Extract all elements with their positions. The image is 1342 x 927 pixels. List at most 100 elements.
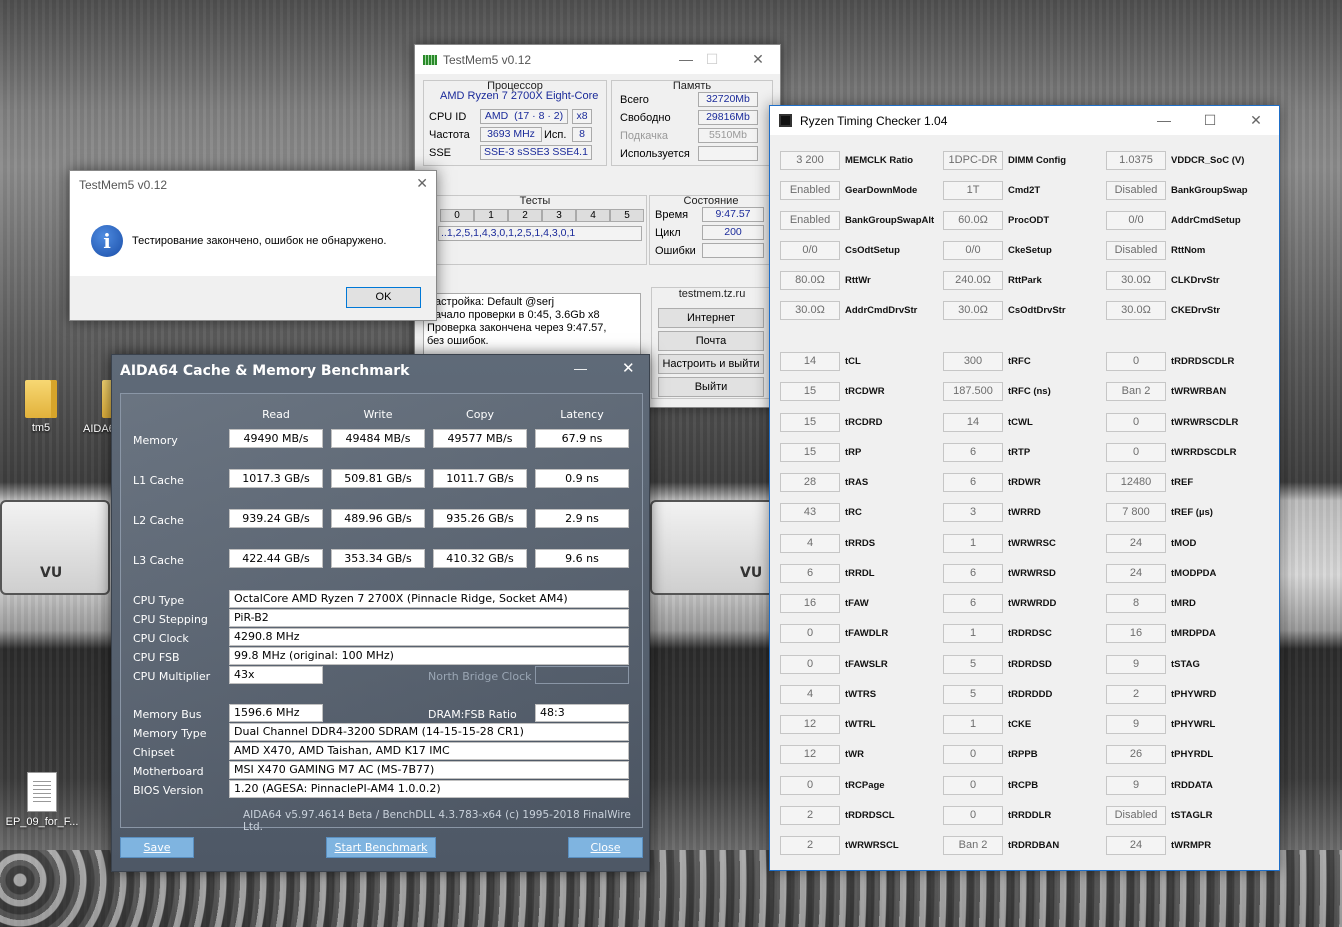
- cpu-id-value: AMD (17 · 8 · 2): [480, 109, 568, 124]
- rtc-value-twrwrban: Ban 2: [1106, 382, 1166, 402]
- mail-button[interactable]: Почта: [658, 331, 764, 351]
- rtc-label-tref-s: tREF (µs): [1171, 507, 1213, 519]
- rtc-value-trddata: 9: [1106, 775, 1166, 795]
- testmem-titlebar[interactable]: TestMem5 v0.12 — ☐ ✕: [415, 45, 780, 74]
- aida-window: AIDA64 Cache & Memory Benchmark — ✕ Read…: [111, 354, 650, 872]
- dialog-title: TestMem5 v0.12: [79, 178, 168, 192]
- rtc-label-tfawdlr: tFAWDLR: [845, 628, 889, 640]
- rtc-value-rttpark: 240.0Ω: [943, 271, 1003, 290]
- rtc-value-addrcmdsetup: 0/0: [1106, 211, 1166, 230]
- window-title: Ryzen Timing Checker 1.04: [800, 113, 948, 128]
- rtc-value-trdrdsd: 5: [943, 654, 1003, 674]
- exit-button[interactable]: Выйти: [658, 377, 764, 397]
- tests-group: Тесты 0 1 2 3 4 5 ..1,2,5,1,4,3,0,1,2,5,…: [423, 195, 647, 265]
- rtc-value-trppb: 0: [943, 745, 1003, 765]
- rtc-panel: 3 200 MEMCLK Ratio 1DPC-DR DIMM Config 1.037…: [770, 135, 1279, 870]
- errors-value: [702, 243, 764, 258]
- l1-read: 1017.3 GB/s: [229, 469, 323, 488]
- rtc-value-twrwrscdlr: 0: [1106, 412, 1166, 432]
- nb-clock-label: North Bridge Clock: [428, 670, 532, 683]
- close-button[interactable]: ✕: [735, 45, 781, 74]
- rtc-label-twrwrdd: tWRWRDD: [1008, 598, 1057, 609]
- rtc-value-procodt: 60.0Ω: [943, 211, 1003, 230]
- folder-icon: [102, 380, 111, 418]
- rtc-value-twrrd: 3: [943, 503, 1003, 523]
- rtc-window: Ryzen Timing Checker 1.04 — ☐ ✕ 3 200 MEM…: [769, 105, 1280, 871]
- rtc-label-geardownmode: GearDownMode: [845, 185, 918, 196]
- cpu-mult-label: CPU Multiplier: [133, 670, 211, 683]
- aida-results-panel: Read Write Copy Latency Memory 49490 MB/…: [120, 393, 643, 833]
- testmem-dialog: TestMem5 v0.12 ✕ i Тестирование закончен…: [69, 170, 437, 321]
- document-icon: [27, 772, 57, 812]
- rtc-label-trrddlr: tRRDDLR: [1008, 809, 1052, 821]
- rtc-label-trcdwr: tRCDWR: [845, 386, 885, 398]
- cpu-name: AMD Ryzen 7 2700X Eight-Core: [440, 90, 599, 102]
- rtc-label-trdrdscl: tRDRDSCL: [845, 809, 895, 821]
- minimize-button[interactable]: —: [574, 361, 587, 376]
- maximize-button[interactable]: ☐: [689, 45, 735, 74]
- rtc-label-trc: tRC: [845, 507, 862, 519]
- configure-exit-button[interactable]: Настроить и выйти: [658, 354, 764, 374]
- bios-label: BIOS Version: [133, 784, 204, 797]
- group-title: Состояние: [683, 195, 739, 207]
- log-line: Начало проверки в 0:45, 3.6Gb x8: [427, 309, 600, 321]
- l1-copy: 1011.7 GB/s: [433, 469, 527, 488]
- memory-read: 49490 MB/s: [229, 429, 323, 448]
- test-sequence: ..1,2,5,1,4,3,0,1,2,5,1,4,3,0,1: [438, 226, 642, 241]
- rtc-label-twr: tWR: [845, 749, 864, 761]
- maximize-button[interactable]: ☐: [1187, 106, 1233, 135]
- close-button[interactable]: ✕: [416, 175, 428, 192]
- rtc-label-trdrddd: tRDRDDD: [1008, 688, 1053, 700]
- start-benchmark-button[interactable]: Start Benchmark: [326, 837, 436, 858]
- rtc-value-csodtdrvstr: 30.0Ω: [943, 301, 1003, 320]
- free-value: 29816Mb: [698, 110, 758, 125]
- rtc-value-tmrd: 8: [1106, 594, 1166, 613]
- desktop-icon-ep09[interactable]: EP_09_for_F...: [2, 772, 82, 828]
- rtc-label-addrcmddrvstr: AddrCmdDrvStr: [845, 305, 918, 316]
- l3-latency: 9.6 ns: [535, 549, 629, 568]
- l2-read: 939.24 GB/s: [229, 509, 323, 528]
- group-title: Тесты: [519, 195, 551, 207]
- rtc-label-ckesetup: CkeSetup: [1008, 245, 1052, 256]
- rtc-titlebar[interactable]: Ryzen Timing Checker 1.04 — ☐ ✕: [770, 106, 1279, 135]
- rtc-value-twtrs: 4: [780, 684, 840, 704]
- rtc-value-trdrdban: Ban 2: [943, 836, 1003, 855]
- internet-button[interactable]: Интернет: [658, 308, 764, 328]
- rtc-label-twrwrscl: tWRWRSCL: [845, 840, 899, 851]
- rtc-value-tphyrdl: 26: [1106, 745, 1166, 765]
- rtc-value-bankgroupswap: Disabled: [1106, 181, 1166, 200]
- minimize-button[interactable]: —: [1141, 106, 1187, 135]
- rtc-value-trcpb: 0: [943, 775, 1003, 795]
- rtc-value-tmodpda: 24: [1106, 563, 1166, 583]
- mobo-value: MSI X470 GAMING M7 AC (MS-7B77): [229, 761, 629, 779]
- close-window-button[interactable]: Close: [568, 837, 643, 858]
- col-header-copy: Copy: [466, 408, 494, 421]
- rtc-label-tphyrdl: tPHYRDL: [1171, 749, 1214, 761]
- row-label: Memory: [133, 434, 178, 447]
- ok-button[interactable]: OK: [346, 287, 421, 308]
- rtc-value-trdrdsc: 1: [943, 624, 1003, 644]
- sse-value: SSE-3 sSSE3 SSE4.1: [480, 145, 592, 160]
- rtc-label-trdrdban: tRDRDBAN: [1008, 840, 1060, 851]
- nb-clock-value: [535, 666, 629, 684]
- rtc-label-tcl: tCL: [845, 356, 861, 367]
- cpu-id-x: x8: [572, 109, 592, 124]
- close-button[interactable]: ✕: [1233, 106, 1279, 135]
- dialog-message: Тестирование закончено, ошибок не обнару…: [132, 235, 387, 247]
- rtc-value-trc: 43: [780, 503, 840, 523]
- close-button[interactable]: ✕: [622, 359, 635, 377]
- freq-value: 3693 MHz: [480, 127, 542, 142]
- chipset-value: AMD X470, AMD Taishan, AMD K17 IMC: [229, 742, 629, 760]
- rtc-value-trdrdscdlr: 0: [1106, 352, 1166, 371]
- site-label: testmem.tz.ru: [678, 288, 746, 300]
- rtc-label-twrwrsd: tWRWRSD: [1008, 567, 1056, 579]
- col-header-write: Write: [363, 408, 393, 421]
- l3-copy: 410.32 GB/s: [433, 549, 527, 568]
- rtc-label-procodt: ProcODT: [1008, 215, 1050, 226]
- desktop-icon-aida64[interactable]: AIDA64 Extreme: [65, 380, 111, 436]
- rtc-value-tfawslr: 0: [780, 654, 840, 674]
- cpu-stepping-label: CPU Stepping: [133, 613, 208, 626]
- save-button[interactable]: Save: [120, 837, 194, 858]
- rtc-value-cmd2t: 1T: [943, 181, 1003, 200]
- l2-write: 489.96 GB/s: [331, 509, 425, 528]
